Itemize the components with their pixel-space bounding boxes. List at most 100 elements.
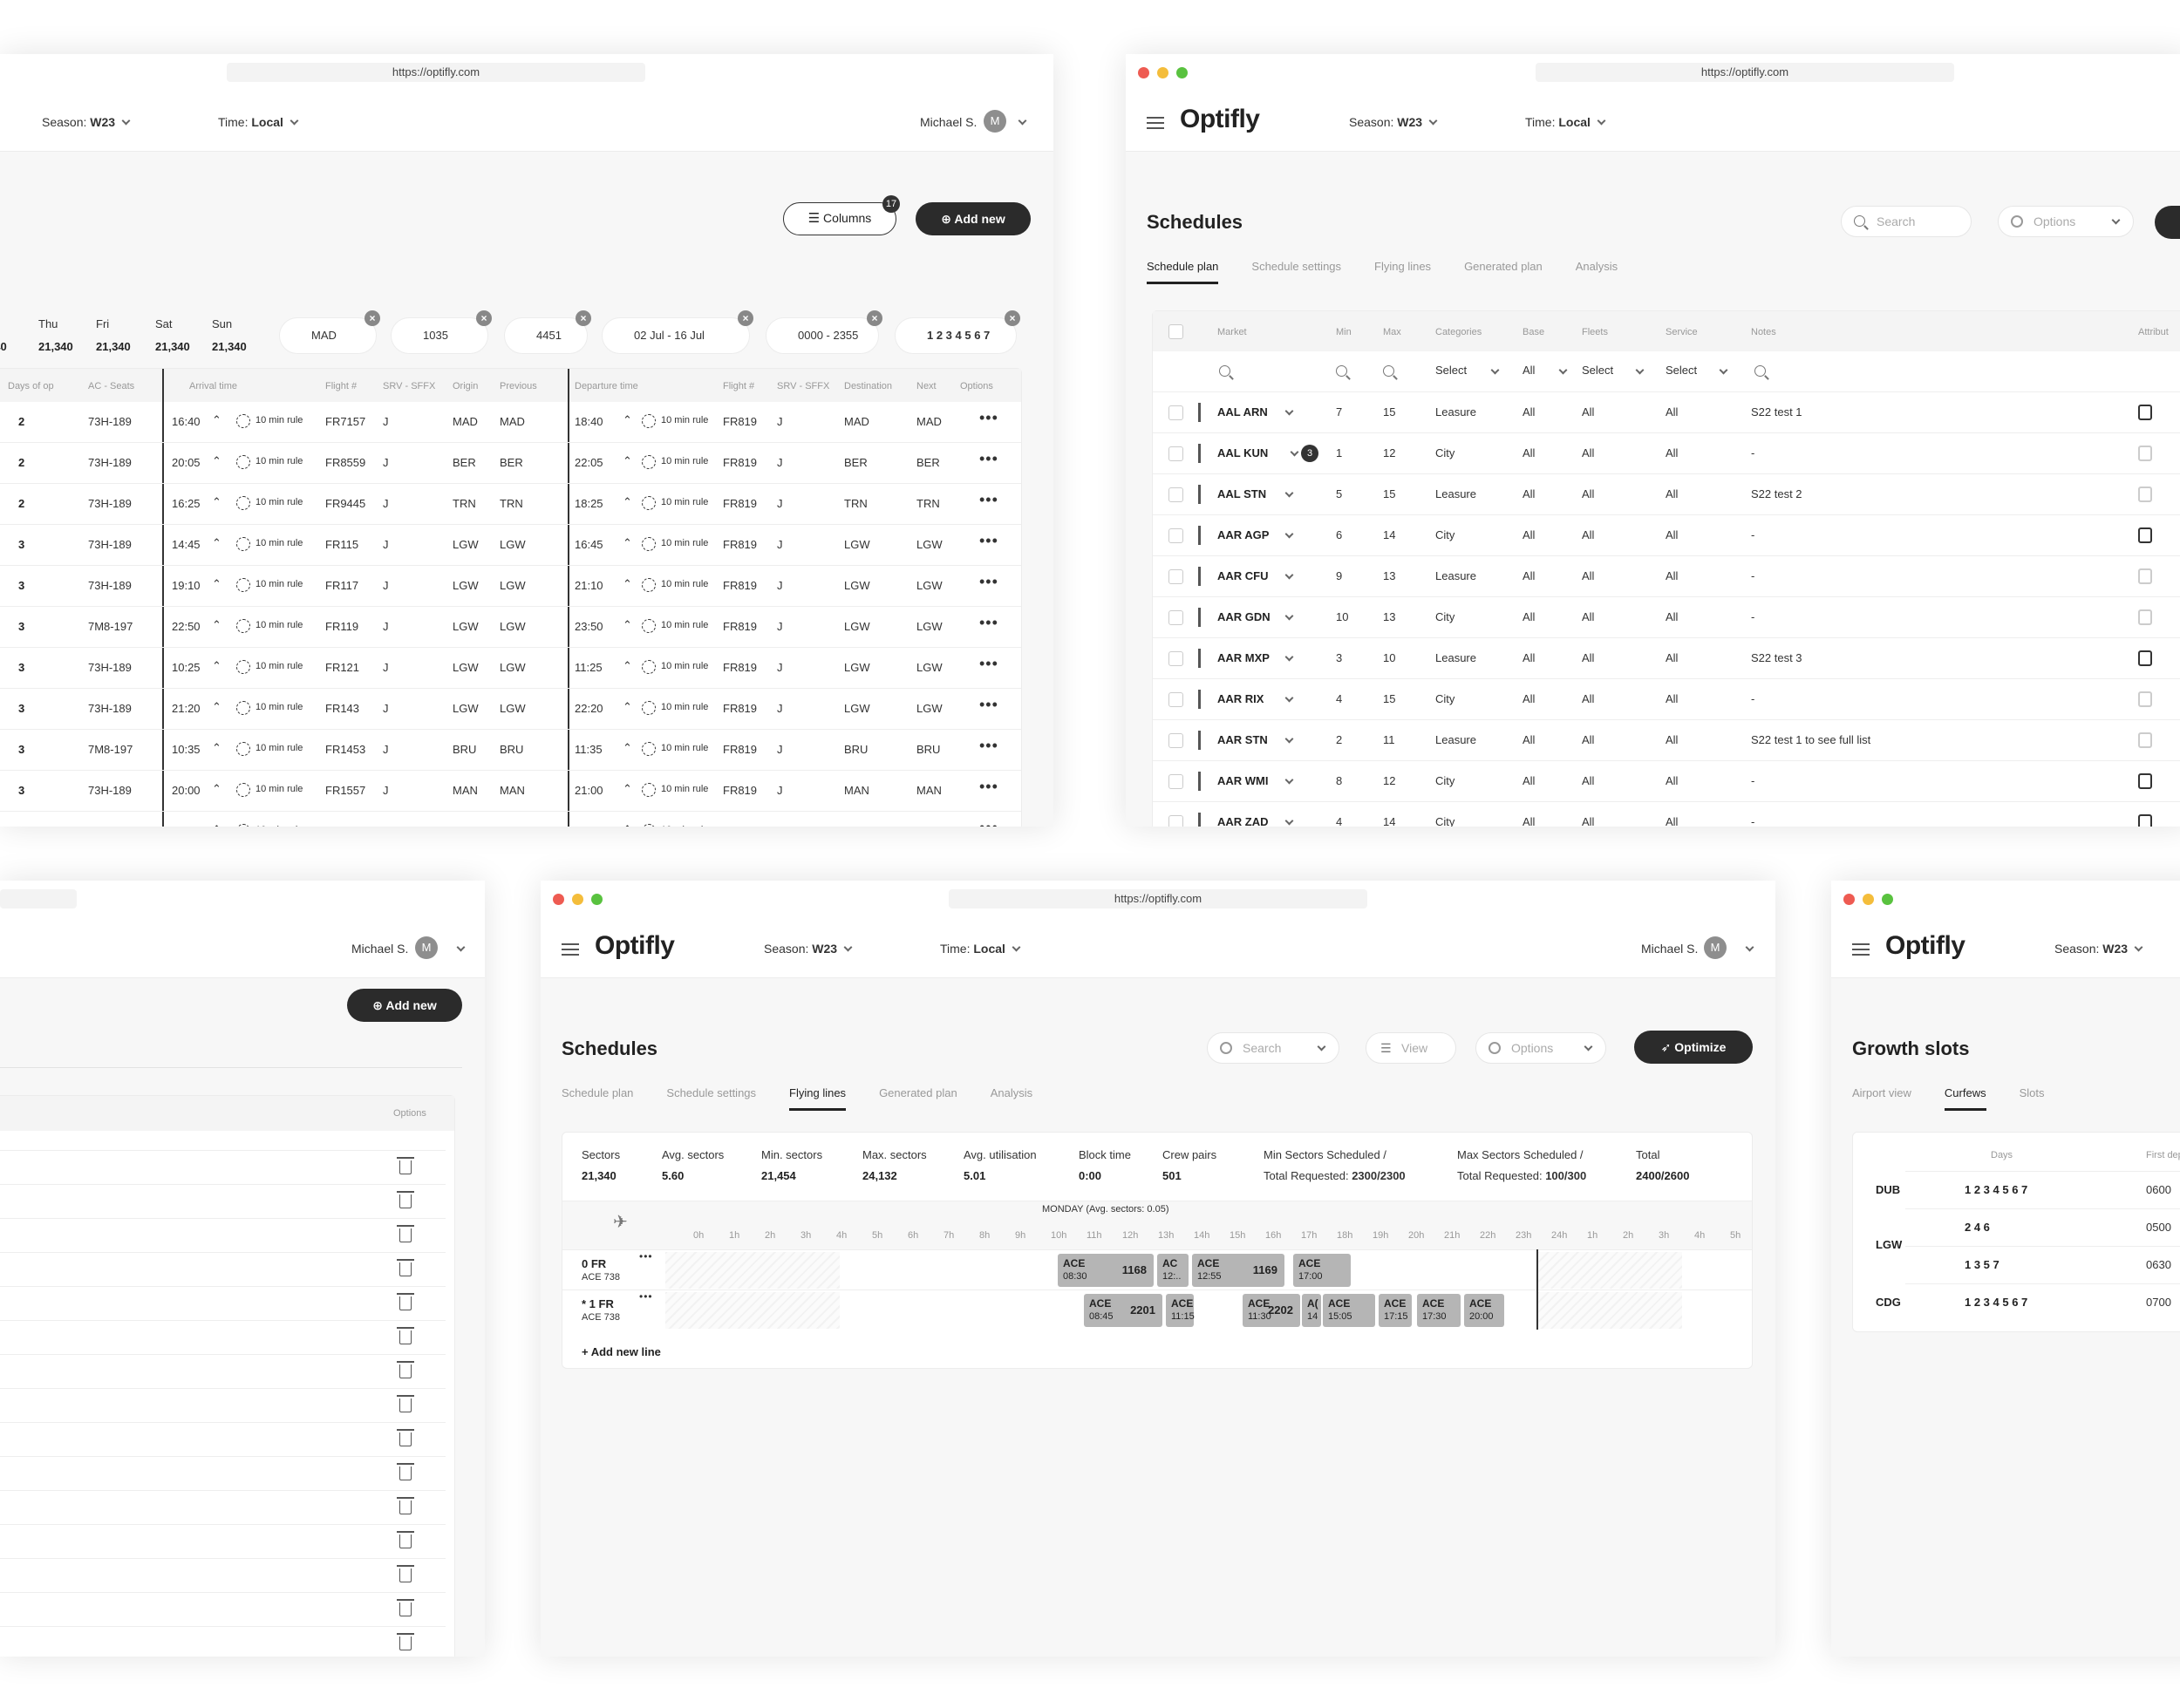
select-all-checkbox[interactable] bbox=[1168, 324, 1183, 339]
row-checkbox[interactable] bbox=[1168, 446, 1183, 461]
table-row[interactable]: 3 73H-189 14:45 FR115 J LGW LGW 16:45 FR819 J LGW L… bbox=[0, 525, 1021, 566]
chevron-down-icon[interactable] bbox=[1284, 611, 1294, 621]
table-row[interactable]: AAL ARN 7 15 Leasure All All All S22 test 1 bbox=[1153, 392, 2180, 433]
flight-block[interactable]: ACE 17:15 bbox=[1379, 1294, 1412, 1327]
list-row[interactable] bbox=[0, 1218, 454, 1252]
more-options-icon[interactable]: ••• bbox=[979, 409, 998, 427]
search-icon[interactable] bbox=[1383, 365, 1394, 377]
list-row[interactable] bbox=[0, 1354, 454, 1388]
more-options-icon[interactable]: ••• bbox=[979, 737, 998, 755]
row-checkbox[interactable] bbox=[1168, 692, 1183, 707]
row-checkbox[interactable] bbox=[1168, 733, 1183, 748]
more-options-icon[interactable]: ••• bbox=[979, 655, 998, 673]
optimize-button[interactable]: ➶ Optimize bbox=[1634, 1031, 1753, 1064]
chevron-down-icon[interactable] bbox=[1745, 942, 1754, 952]
chevron-down-icon[interactable] bbox=[1284, 406, 1294, 416]
filter-select[interactable]: Select bbox=[1666, 364, 1697, 377]
columns-button[interactable]: ☰ Columns bbox=[783, 202, 896, 235]
more-options-icon[interactable]: ••• bbox=[979, 573, 998, 591]
tab-analysis[interactable]: Analysis bbox=[991, 1086, 1032, 1099]
season-select[interactable]: Season: W23 bbox=[764, 942, 853, 956]
avatar[interactable]: M bbox=[984, 110, 1006, 133]
delete-icon[interactable] bbox=[397, 1599, 414, 1616]
list-row[interactable] bbox=[0, 1184, 454, 1218]
table-row[interactable]: 3 7M8-197 10:35 FR1453 J BRU BRU 11:35 FR819 J BRU… bbox=[0, 730, 1021, 771]
flying-line[interactable]: 0 FR ACE 738 ••• ACE 08:30 1168 AC 12:.. ACE 12:5… bbox=[562, 1249, 1752, 1290]
tab-generated-plan[interactable]: Generated plan bbox=[879, 1086, 957, 1099]
clear-filter-icon[interactable]: × bbox=[576, 310, 591, 326]
table-row[interactable]: AAR GDN 10 13 City All All All - bbox=[1153, 597, 2180, 638]
table-row[interactable]: 2 73H-189 16:25 FR9445 J TRN TRN 18:25 FR819 J TRN… bbox=[0, 484, 1021, 525]
list-row[interactable] bbox=[0, 1252, 454, 1286]
table-row[interactable]: AAR RIX 4 15 City All All All - bbox=[1153, 679, 2180, 720]
time-select[interactable]: Time: Local bbox=[940, 942, 1021, 956]
table-row[interactable]: 3 7M8-197 19:20 FR1927 J WRO WRO 21:20 FR819 J WRO… bbox=[0, 812, 1021, 827]
chevron-down-icon[interactable] bbox=[1284, 693, 1294, 703]
table-row[interactable]: AAR AGP 6 14 City All All All - bbox=[1153, 515, 2180, 556]
minimize-dot[interactable] bbox=[1157, 67, 1168, 78]
more-options-icon[interactable]: ••• bbox=[979, 450, 998, 468]
table-row[interactable]: 2 73H-189 20:05 FR8559 J BER BER 22:05 FR819 J BER… bbox=[0, 443, 1021, 484]
table-row[interactable]: 2 73H-189 16:40 FR7157 J MAD MAD 18:40 FR819 J MAD… bbox=[0, 402, 1021, 443]
chevron-down-icon[interactable] bbox=[1018, 116, 1027, 126]
row-checkbox[interactable] bbox=[1168, 774, 1183, 789]
tab-schedule-settings[interactable]: Schedule settings bbox=[666, 1086, 756, 1099]
season-select[interactable]: Season: W23 bbox=[1349, 115, 1438, 129]
search-select[interactable]: Search bbox=[1207, 1032, 1339, 1064]
clear-filter-icon[interactable]: × bbox=[1005, 310, 1020, 326]
filter-chip[interactable]: 0000 - 2355 bbox=[766, 317, 879, 354]
delete-icon[interactable] bbox=[397, 1259, 414, 1276]
tab-analysis[interactable]: Analysis bbox=[1576, 260, 1618, 273]
avatar[interactable]: M bbox=[415, 936, 438, 959]
add-new-button[interactable]: ⊕ Add new bbox=[347, 989, 462, 1022]
minimize-dot[interactable] bbox=[572, 894, 583, 905]
list-row[interactable] bbox=[0, 1320, 454, 1354]
filter-select[interactable]: Select bbox=[1435, 364, 1467, 377]
delete-icon[interactable] bbox=[397, 1191, 414, 1208]
table-row[interactable]: 3 73H-189 21:20 FR143 J LGW LGW 22:20 FR819 J LGW L… bbox=[0, 689, 1021, 730]
flight-block[interactable]: ACE 08:45 2201 bbox=[1084, 1294, 1162, 1327]
chevron-down-icon[interactable] bbox=[1284, 488, 1294, 498]
table-row[interactable]: AAR STN 2 11 Leasure All All All S22 test 1 to … bbox=[1153, 720, 2180, 761]
filter-select[interactable]: All bbox=[1523, 364, 1535, 377]
delete-icon[interactable] bbox=[397, 1531, 414, 1548]
search-icon[interactable] bbox=[1754, 365, 1766, 377]
menu-icon[interactable] bbox=[562, 943, 579, 956]
tab-flying-lines[interactable]: Flying lines bbox=[789, 1086, 847, 1111]
chevron-down-icon[interactable] bbox=[1719, 365, 1728, 375]
tab-schedule-plan[interactable]: Schedule plan bbox=[1147, 260, 1219, 284]
delete-icon[interactable] bbox=[397, 1361, 414, 1378]
filter-select[interactable]: Select bbox=[1582, 364, 1613, 377]
row-checkbox[interactable] bbox=[1168, 569, 1183, 584]
menu-icon[interactable] bbox=[1852, 943, 1870, 956]
delete-icon[interactable] bbox=[397, 1463, 414, 1480]
clear-filter-icon[interactable]: × bbox=[476, 310, 492, 326]
list-row[interactable] bbox=[0, 1150, 454, 1184]
delete-icon[interactable] bbox=[397, 1497, 414, 1514]
delete-icon[interactable] bbox=[397, 1395, 414, 1412]
more-options-icon[interactable]: ••• bbox=[979, 491, 998, 509]
list-row[interactable] bbox=[0, 1388, 454, 1422]
chevron-down-icon[interactable] bbox=[1284, 570, 1294, 580]
chevron-down-icon[interactable] bbox=[1284, 775, 1294, 785]
tab-slots[interactable]: Slots bbox=[2020, 1086, 2045, 1099]
chevron-down-icon[interactable] bbox=[1284, 734, 1294, 744]
flight-block[interactable]: ACE 20:00 bbox=[1464, 1294, 1504, 1327]
filter-chip[interactable]: MAD bbox=[279, 317, 377, 354]
flight-block[interactable]: ACE 17:30 bbox=[1417, 1294, 1461, 1327]
row-checkbox[interactable] bbox=[1168, 487, 1183, 502]
flight-block[interactable]: AC 12:.. bbox=[1157, 1254, 1189, 1287]
zoom-dot[interactable] bbox=[591, 894, 603, 905]
list-row[interactable] bbox=[0, 1626, 454, 1657]
flight-block[interactable]: ACE 15:05 bbox=[1323, 1294, 1375, 1327]
list-row[interactable] bbox=[0, 1286, 454, 1320]
options-select[interactable]: Options bbox=[1475, 1032, 1606, 1064]
table-row[interactable]: AAR MXP 3 10 Leasure All All All S22 test 3 bbox=[1153, 638, 2180, 679]
chevron-down-icon[interactable] bbox=[1490, 365, 1500, 375]
more-options-icon[interactable]: ••• bbox=[979, 532, 998, 550]
avatar[interactable]: M bbox=[1704, 936, 1727, 959]
tab-airport-view[interactable]: Airport view bbox=[1852, 1086, 1911, 1099]
tab-generated-plan[interactable]: Generated plan bbox=[1464, 260, 1543, 273]
delete-icon[interactable] bbox=[397, 1157, 414, 1174]
flight-block[interactable]: ACE 17:00 bbox=[1293, 1254, 1351, 1287]
